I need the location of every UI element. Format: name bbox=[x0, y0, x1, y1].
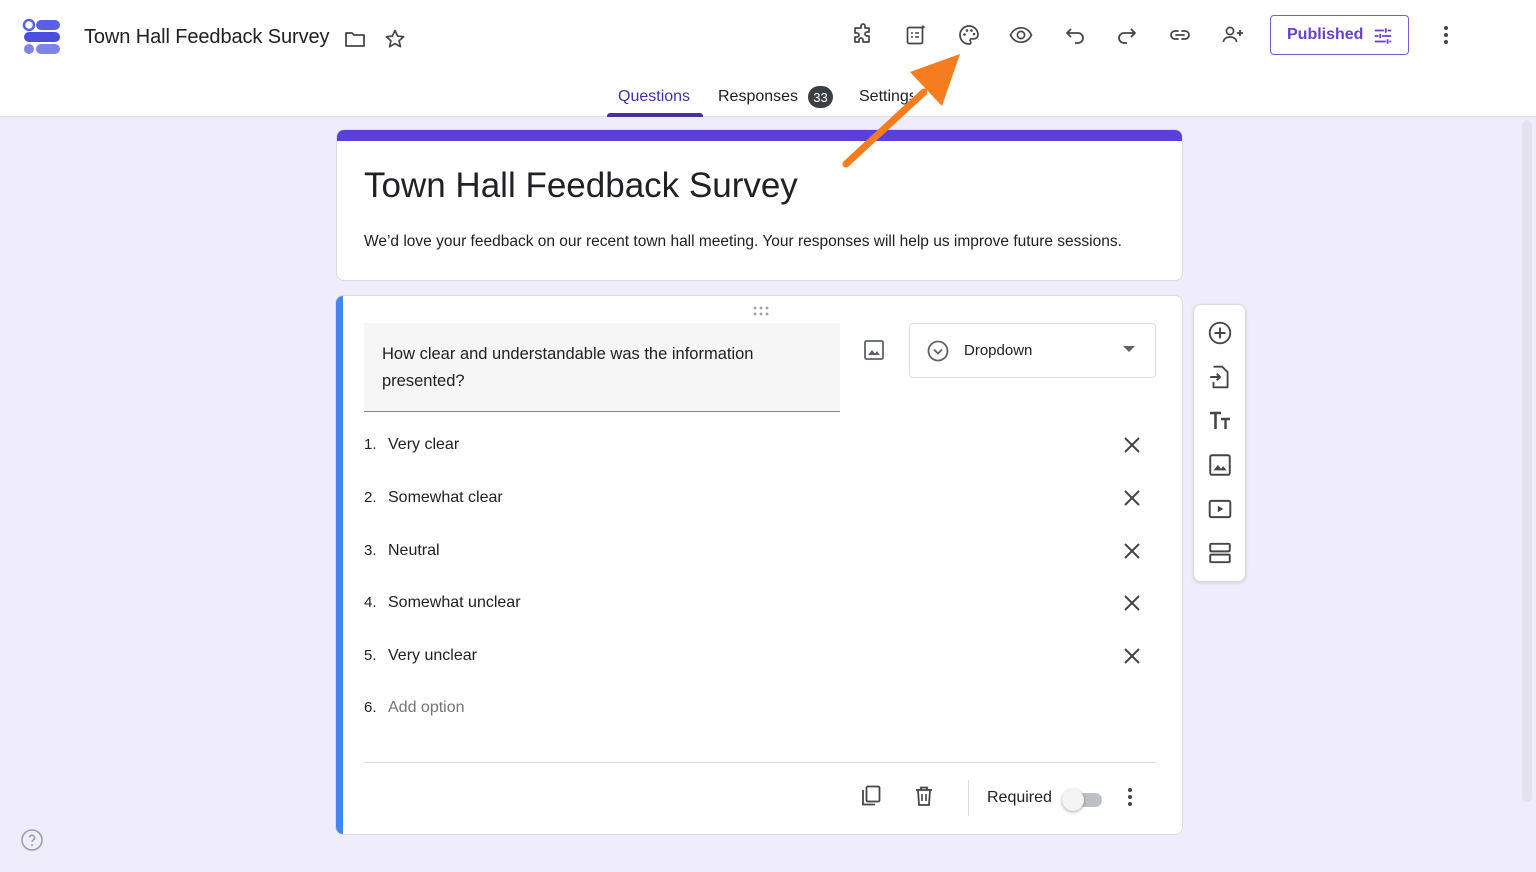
remove-option-icon[interactable] bbox=[1120, 644, 1144, 668]
tab-settings[interactable]: Settings bbox=[859, 88, 913, 106]
link-icon[interactable] bbox=[1167, 22, 1193, 48]
duplicate-icon[interactable] bbox=[859, 784, 883, 808]
question-type-dropdown[interactable]: Dropdown bbox=[909, 323, 1156, 378]
form-description[interactable]: We’d love your feedback on our recent to… bbox=[364, 233, 1122, 251]
add-collaborator-icon[interactable] bbox=[1220, 22, 1246, 48]
tab-responses[interactable]: Responses bbox=[718, 88, 798, 106]
import-questions-icon[interactable] bbox=[1207, 364, 1233, 390]
option-row[interactable]: 3. Neutral bbox=[364, 537, 1144, 567]
caret-down-icon bbox=[1123, 346, 1135, 352]
star-icon[interactable] bbox=[383, 27, 407, 51]
option-number: 2. bbox=[364, 489, 377, 506]
publish-settings-icon bbox=[1374, 28, 1392, 44]
option-row[interactable]: 5. Very unclear bbox=[364, 642, 1144, 672]
option-label[interactable]: Somewhat unclear bbox=[388, 594, 521, 612]
redo-icon[interactable] bbox=[1114, 22, 1140, 48]
add-ons-icon[interactable] bbox=[850, 22, 876, 48]
option-label[interactable]: Neutral bbox=[388, 542, 440, 560]
add-question-image-icon[interactable] bbox=[862, 338, 888, 364]
option-number: 5. bbox=[364, 647, 377, 664]
option-number: 3. bbox=[364, 542, 377, 559]
question-text-input[interactable]: How clear and understandable was the inf… bbox=[364, 323, 840, 412]
title-card-accent bbox=[337, 130, 1182, 141]
option-label[interactable]: Very clear bbox=[388, 436, 459, 454]
question-more-vert-icon[interactable] bbox=[1118, 785, 1142, 809]
remove-option-icon[interactable] bbox=[1120, 486, 1144, 510]
option-number: 4. bbox=[364, 594, 377, 611]
add-section-icon[interactable] bbox=[1207, 540, 1233, 566]
question-card: How clear and understandable was the inf… bbox=[335, 295, 1183, 835]
help-icon[interactable] bbox=[20, 828, 44, 852]
option-row[interactable]: 2. Somewhat clear bbox=[364, 484, 1144, 514]
tab-questions[interactable]: Questions bbox=[618, 88, 690, 106]
add-image-icon[interactable] bbox=[1207, 452, 1233, 478]
add-video-icon[interactable] bbox=[1207, 496, 1233, 522]
footer-separator bbox=[968, 780, 969, 816]
delete-icon[interactable] bbox=[912, 784, 936, 808]
form-title-card: Town Hall Feedback Survey We’d love your… bbox=[336, 129, 1183, 281]
option-number: 1. bbox=[364, 436, 377, 453]
option-number: 6. bbox=[364, 699, 377, 716]
required-toggle[interactable] bbox=[1062, 788, 1104, 811]
question-type-label: Dropdown bbox=[964, 342, 1033, 359]
page-scrollbar[interactable] bbox=[1522, 120, 1532, 802]
published-label: Published bbox=[1287, 26, 1364, 43]
ai-form-icon[interactable] bbox=[903, 22, 929, 48]
dropdown-type-icon bbox=[927, 340, 949, 362]
add-title-icon[interactable] bbox=[1207, 408, 1233, 434]
forms-logo-icon[interactable] bbox=[22, 18, 62, 56]
form-title[interactable]: Town Hall Feedback Survey bbox=[364, 166, 798, 206]
active-tab-indicator bbox=[607, 113, 703, 117]
add-question-icon[interactable] bbox=[1207, 320, 1233, 346]
document-title[interactable]: Town Hall Feedback Survey bbox=[84, 26, 330, 49]
required-label: Required bbox=[987, 789, 1052, 806]
preview-eye-icon[interactable] bbox=[1008, 22, 1034, 48]
toggle-knob bbox=[1062, 789, 1084, 811]
add-option-input[interactable]: Add option bbox=[388, 699, 465, 717]
option-label[interactable]: Very unclear bbox=[388, 647, 477, 665]
option-label[interactable]: Somewhat clear bbox=[388, 489, 503, 507]
remove-option-icon[interactable] bbox=[1120, 539, 1144, 563]
top-bar: Town Hall Feedback Survey Published Ques… bbox=[0, 0, 1536, 117]
footer-divider bbox=[364, 762, 1156, 763]
option-row[interactable]: 1. Very clear bbox=[364, 431, 1144, 461]
option-row[interactable]: 4. Somewhat unclear bbox=[364, 589, 1144, 619]
more-vert-icon[interactable] bbox=[1434, 22, 1458, 48]
remove-option-icon[interactable] bbox=[1120, 433, 1144, 457]
responses-count-badge: 33 bbox=[808, 86, 833, 108]
add-option-row[interactable]: 6. Add option bbox=[364, 694, 1144, 724]
drag-handle-icon[interactable] bbox=[751, 304, 771, 316]
floating-toolbar bbox=[1193, 304, 1246, 582]
remove-option-icon[interactable] bbox=[1120, 591, 1144, 615]
palette-icon[interactable] bbox=[956, 22, 982, 48]
published-button[interactable]: Published bbox=[1270, 15, 1409, 55]
folder-icon[interactable] bbox=[343, 27, 367, 51]
active-question-accent bbox=[336, 296, 343, 834]
undo-icon[interactable] bbox=[1062, 22, 1088, 48]
